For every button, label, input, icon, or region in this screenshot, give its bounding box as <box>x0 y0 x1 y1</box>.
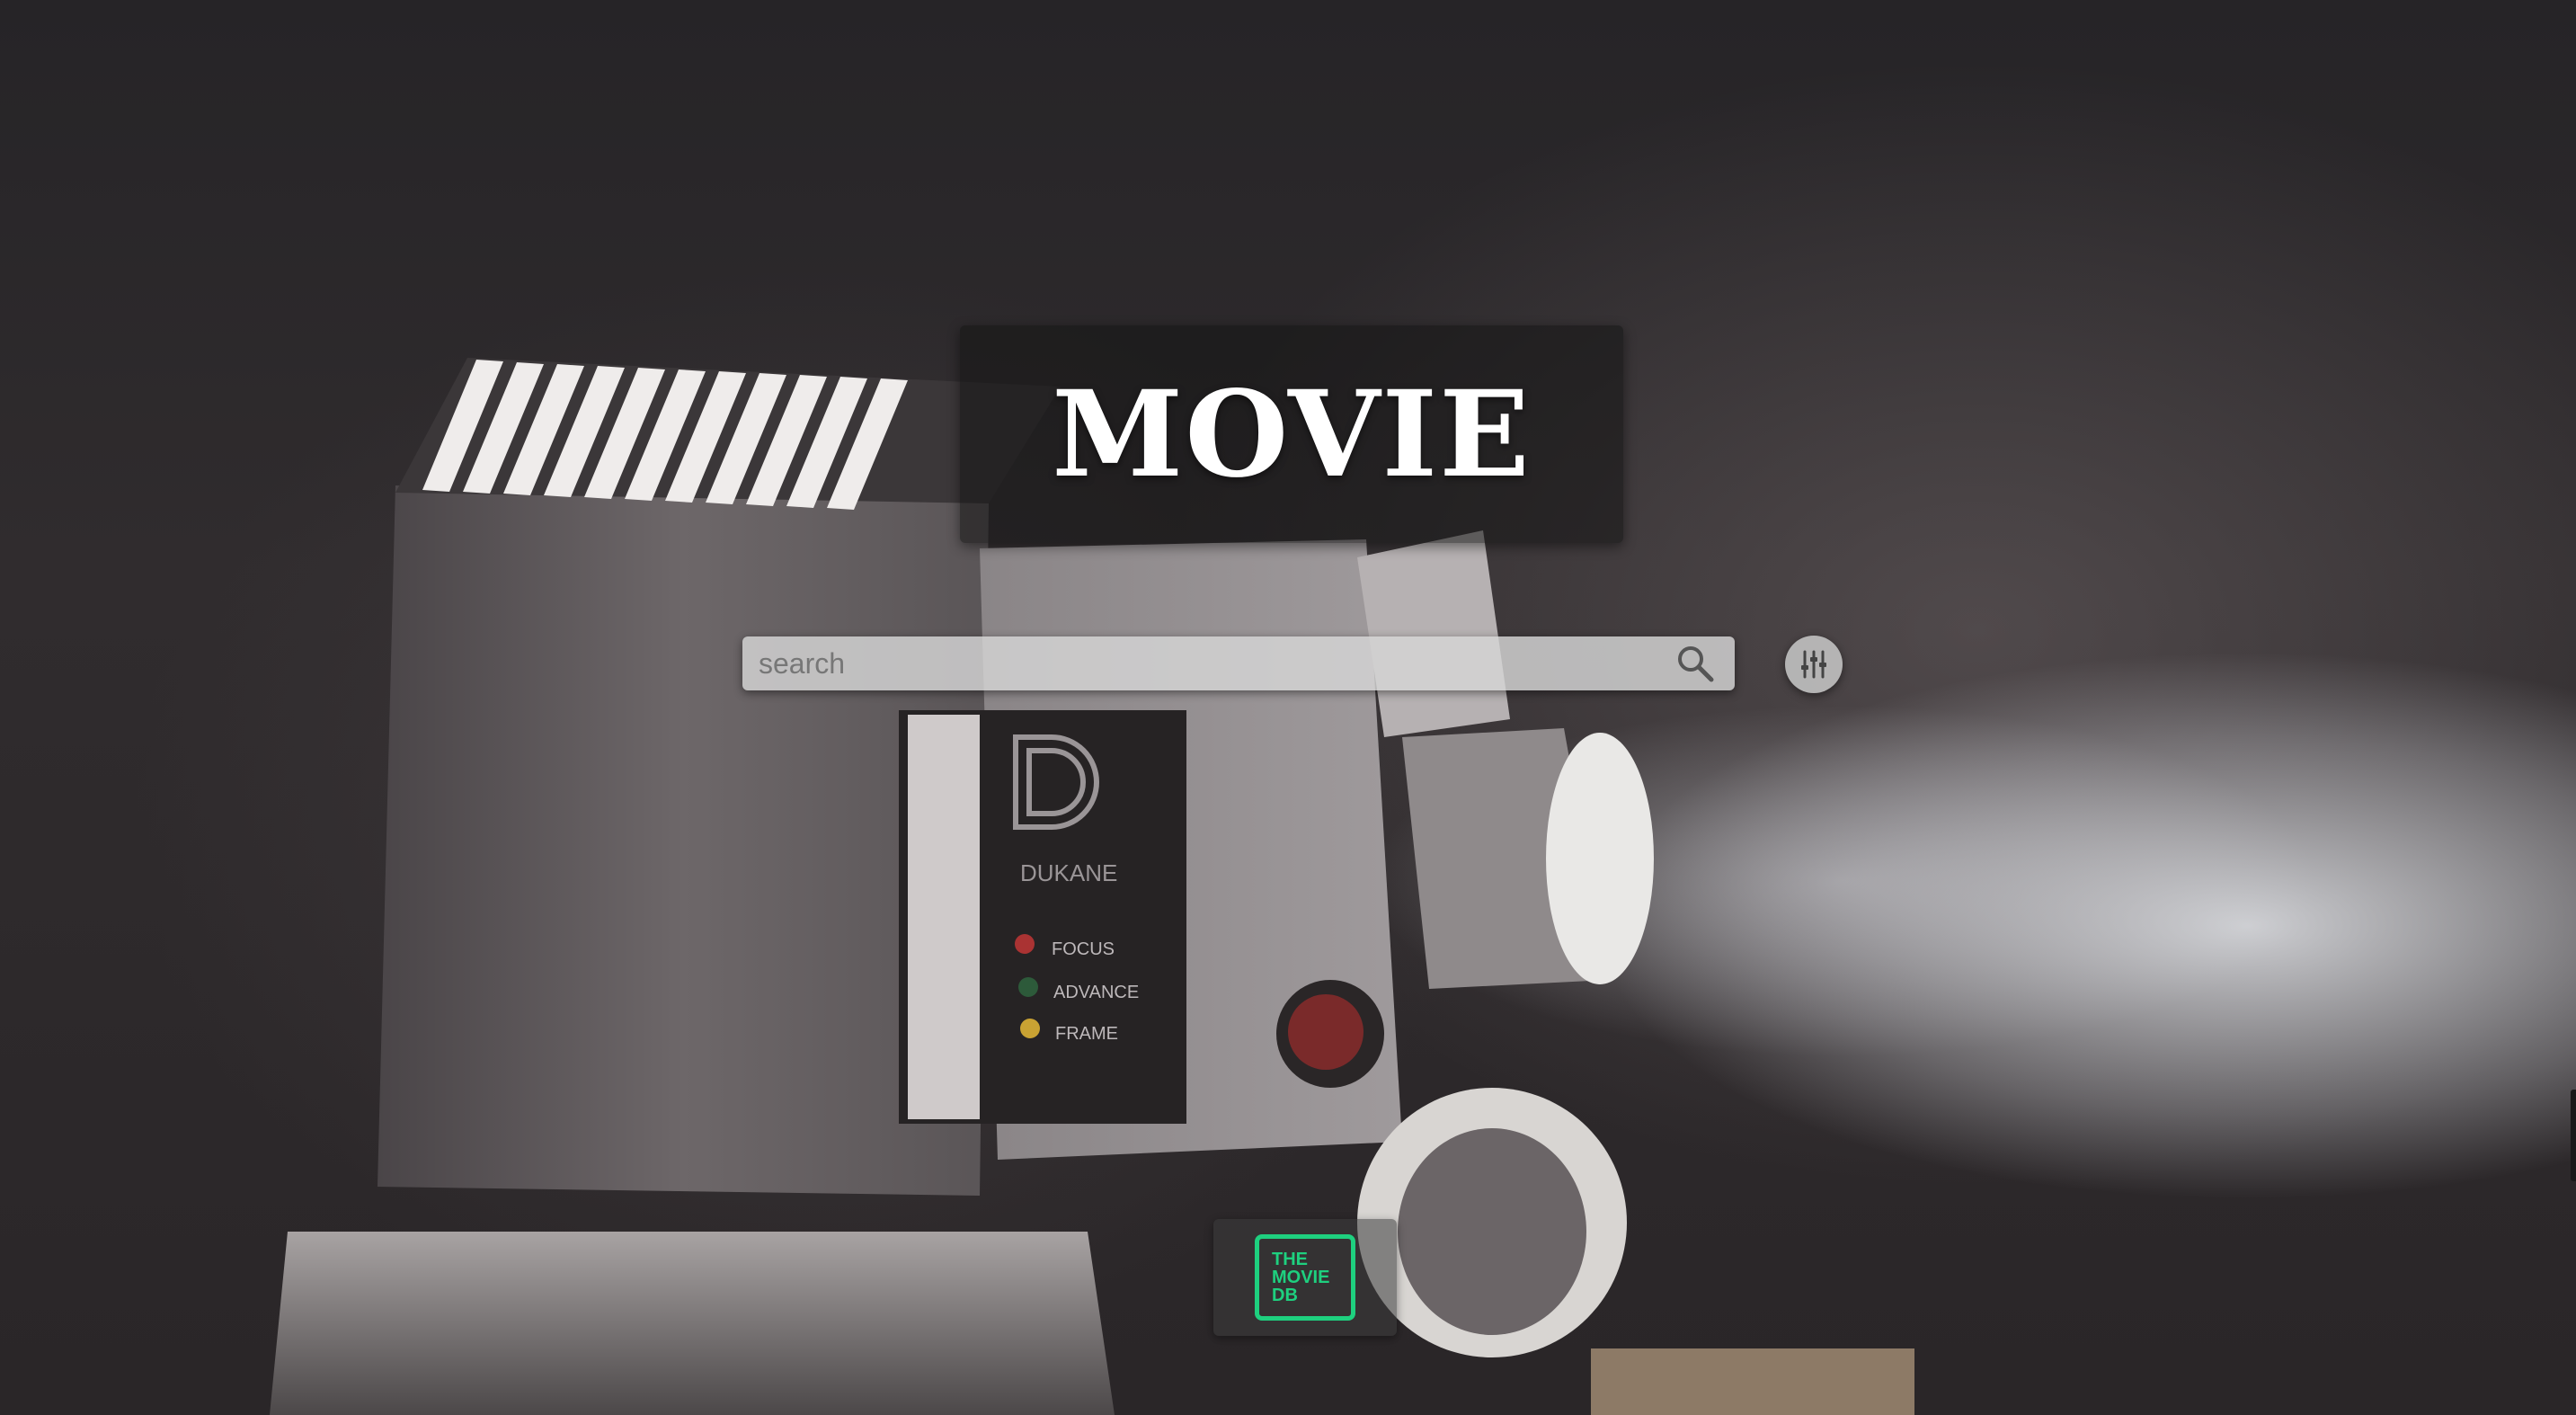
page-title: MOVIE <box>1052 364 1532 504</box>
page: DUKANE FOCUS ADVANCE FRAME MOVIE search … <box>0 0 2576 1415</box>
filter-button[interactable] <box>1785 636 1843 693</box>
search-input[interactable] <box>742 636 1668 690</box>
tmdb-logo-link[interactable]: THE MOVIE DB <box>1213 1219 1397 1336</box>
svg-text:FRAME: FRAME <box>1055 1024 1118 1044</box>
sliders-icon <box>1801 650 1826 679</box>
side-scroll-tab[interactable] <box>2571 1090 2576 1181</box>
projector-illustration: DUKANE FOCUS ADVANCE FRAME <box>270 358 1914 1415</box>
search-icon <box>1678 646 1714 682</box>
svg-text:DUKANE: DUKANE <box>1020 859 1117 886</box>
svg-text:FOCUS: FOCUS <box>1052 939 1115 959</box>
search-bar[interactable] <box>742 636 1735 690</box>
title-banner: MOVIE <box>960 325 1623 543</box>
tmdb-logo: THE MOVIE DB <box>1255 1234 1355 1321</box>
logo-line-3: DB <box>1272 1286 1298 1305</box>
logo-line-1: THE <box>1272 1250 1308 1269</box>
search-button[interactable] <box>1668 636 1722 690</box>
logo-line-2: MOVIE <box>1272 1268 1330 1287</box>
svg-text:ADVANCE: ADVANCE <box>1053 983 1139 1002</box>
